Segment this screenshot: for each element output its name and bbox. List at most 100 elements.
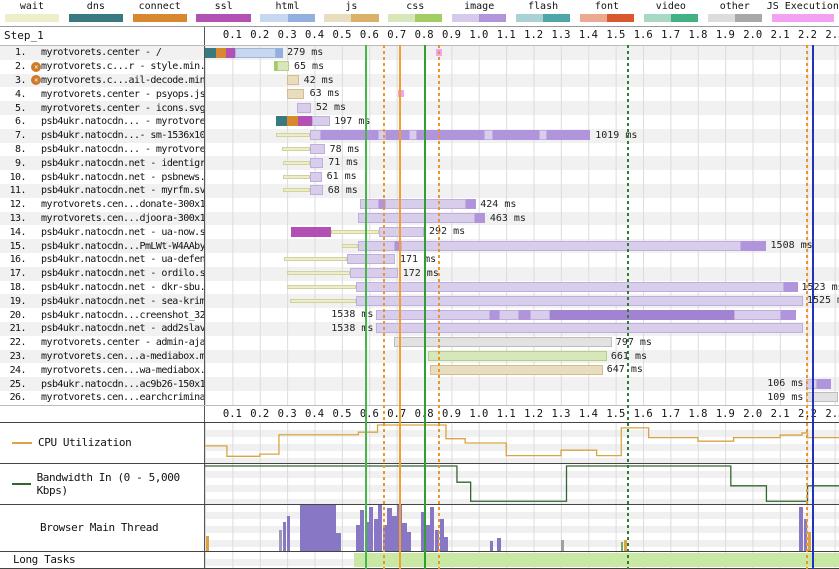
segment-js[interactable] [287, 75, 299, 85]
request-row[interactable]: 6.psb4ukr.natocdn... - myrotvorets.svg19… [0, 115, 839, 129]
segment-image[interactable] [312, 116, 330, 126]
request-row[interactable]: 16.psb4ukr.natocdn.net - ua-defence.svg1… [0, 253, 839, 267]
segment-image_dark[interactable] [490, 310, 499, 320]
segment-image[interactable] [350, 268, 398, 278]
segment-image[interactable] [499, 310, 520, 320]
segment-image_mid[interactable] [550, 310, 734, 320]
request-url-label[interactable]: 20.psb4ukr.natocdn...creenshot_32-2.jpg [0, 308, 205, 322]
segment-image_dark[interactable] [781, 310, 796, 320]
segment-js[interactable] [287, 89, 304, 99]
request-url-label[interactable]: 8.psb4ukr.natocdn... - myrotvorets.svg [0, 143, 205, 157]
segment-image[interactable] [378, 130, 387, 140]
request-row[interactable]: 10.psb4ukr.natocdn.net - psbnews.svg61 m… [0, 170, 839, 184]
request-url-label[interactable]: 13.myrotvorets.cen...djoora-300x175.jpg [0, 212, 205, 226]
segment-css[interactable] [277, 61, 289, 71]
request-url-label[interactable]: 26.myrotvorets.cen...earchcriminals.xml [0, 391, 205, 405]
segment-image_dark[interactable] [386, 130, 409, 140]
segment-image_dark[interactable] [817, 379, 831, 389]
request-url-label[interactable]: 22.myrotvorets.center - admin-ajax.php [0, 336, 205, 350]
request-row[interactable]: 17.psb4ukr.natocdn.net - ordilo.svg172 m… [0, 267, 839, 281]
segment-image[interactable] [530, 310, 551, 320]
segment-image[interactable] [409, 130, 417, 140]
request-url-label[interactable]: 4.myrotvorets.center - psyops.js [0, 87, 205, 101]
request-row[interactable]: 7.psb4ukr.natocdn...- sm-1536x1024.jpg10… [0, 129, 839, 143]
segment-image_dark[interactable] [784, 282, 798, 292]
request-url-label[interactable]: 1.myrotvorets.center - / [0, 46, 205, 60]
segment-jsexec[interactable] [398, 90, 403, 97]
request-url-label[interactable]: 5.myrotvorets.center - icons.svg [0, 101, 205, 115]
segment-wait[interactable] [283, 161, 310, 165]
segment-image[interactable] [539, 130, 547, 140]
request-url-label[interactable]: 21.psb4ukr.natocdn.net - add2slaves.svg [0, 322, 205, 336]
segment-image[interactable] [310, 185, 322, 195]
segment-image[interactable] [385, 199, 466, 209]
segment-css[interactable] [428, 351, 607, 361]
request-row[interactable]: 14.psb4ukr.natocdn.net - ua-now.svg292 m… [0, 225, 839, 239]
request-row[interactable]: 25.psb4ukr.natocdn...ac9b26-150x150.png1… [0, 377, 839, 391]
request-row[interactable]: 20.psb4ukr.natocdn...creenshot_32-2.jpg1… [0, 308, 839, 322]
request-row[interactable]: 1.myrotvorets.center - /279 ms [0, 46, 839, 60]
segment-wait[interactable] [331, 230, 379, 234]
segment-image_dark[interactable] [475, 213, 485, 223]
request-url-label[interactable]: 11.psb4ukr.natocdn.net - myrfm.svg [0, 184, 205, 198]
request-url-label[interactable]: 12.myrotvorets.cen...donate-300x125.png [0, 198, 205, 212]
request-url-label[interactable]: 10.psb4ukr.natocdn.net - psbnews.svg [0, 170, 205, 184]
segment-image[interactable] [401, 241, 741, 251]
segment-image[interactable] [310, 158, 323, 168]
segment-image[interactable] [484, 130, 492, 140]
request-url-label[interactable]: 2.✕myrotvorets.c...r - style.min.css [0, 60, 205, 74]
segment-image[interactable] [358, 213, 474, 223]
request-row[interactable]: 15.psb4ukr.natocdn...PmLWt-W4AAby0e.jpg1… [0, 239, 839, 253]
segment-image[interactable] [734, 310, 781, 320]
request-row[interactable]: 22.myrotvorets.center - admin-ajax.php79… [0, 336, 839, 350]
segment-html[interactable] [235, 48, 276, 58]
request-row[interactable]: 4.myrotvorets.center - psyops.js63 ms [0, 87, 839, 101]
request-row[interactable]: 19.psb4ukr.natocdn.net - sea-krime.svg15… [0, 294, 839, 308]
segment-image_dark[interactable] [547, 130, 589, 140]
segment-image[interactable] [376, 323, 803, 333]
request-row[interactable]: 5.myrotvorets.center - icons.svg52 ms [0, 101, 839, 115]
request-row[interactable]: 11.psb4ukr.natocdn.net - myrfm.svg68 ms [0, 184, 839, 198]
request-url-label[interactable]: 25.psb4ukr.natocdn...ac9b26-150x150.png [0, 377, 205, 391]
segment-wait[interactable] [283, 175, 310, 179]
segment-image[interactable] [356, 296, 804, 306]
segment-image[interactable] [358, 241, 395, 251]
request-row[interactable]: 26.myrotvorets.cen...earchcriminals.xml1… [0, 391, 839, 405]
segment-image_dark[interactable] [741, 241, 766, 251]
segment-dns[interactable] [205, 48, 216, 58]
request-row[interactable]: 18.psb4ukr.natocdn.net - dkr-sbu.webp152… [0, 281, 839, 295]
segment-html_dark[interactable] [276, 48, 283, 58]
segment-wait[interactable] [287, 271, 350, 275]
request-url-label[interactable]: 19.psb4ukr.natocdn.net - sea-krime.svg [0, 294, 205, 308]
request-row[interactable]: 21.psb4ukr.natocdn.net - add2slaves.svg1… [0, 322, 839, 336]
segment-image[interactable] [310, 130, 321, 140]
request-row[interactable]: 3.✕myrotvorets.c...ail-decode.min.js42 m… [0, 74, 839, 88]
segment-connect[interactable] [216, 48, 226, 58]
request-url-label[interactable]: 14.psb4ukr.natocdn.net - ua-now.svg [0, 225, 205, 239]
segment-image[interactable] [310, 172, 321, 182]
segment-wait[interactable] [287, 285, 355, 289]
request-url-label[interactable]: 17.psb4ukr.natocdn.net - ordilo.svg [0, 267, 205, 281]
segment-ssl[interactable] [298, 116, 312, 126]
request-url-label[interactable]: 15.psb4ukr.natocdn...PmLWt-W4AAby0e.jpg [0, 239, 205, 253]
request-url-label[interactable]: 24.myrotvorets.cen...wa-mediabox.min.js [0, 363, 205, 377]
segment-js[interactable] [430, 365, 603, 375]
segment-other[interactable] [806, 392, 838, 402]
request-url-label[interactable]: 7.psb4ukr.natocdn...- sm-1536x1024.jpg [0, 129, 205, 143]
request-url-label[interactable]: 9.psb4ukr.natocdn.net - identigraf.svg [0, 156, 205, 170]
segment-image_dark[interactable] [466, 199, 476, 209]
request-url-label[interactable]: 23.myrotvorets.cen...a-mediabox.min.css [0, 350, 205, 364]
segment-other[interactable] [394, 337, 612, 347]
segment-image[interactable] [360, 199, 379, 209]
segment-image[interactable] [376, 310, 490, 320]
segment-jsexec[interactable] [436, 49, 441, 56]
segment-image[interactable] [347, 254, 395, 264]
request-row[interactable]: 12.myrotvorets.cen...donate-300x125.png4… [0, 198, 839, 212]
segment-wait[interactable] [282, 147, 311, 151]
segment-wait[interactable] [276, 133, 310, 137]
request-url-label[interactable]: 6.psb4ukr.natocdn... - myrotvorets.svg [0, 115, 205, 129]
segment-wait[interactable] [284, 257, 347, 261]
request-row[interactable]: 24.myrotvorets.cen...wa-mediabox.min.js6… [0, 363, 839, 377]
segment-wait[interactable] [290, 299, 356, 303]
segment-dns[interactable] [276, 116, 288, 126]
